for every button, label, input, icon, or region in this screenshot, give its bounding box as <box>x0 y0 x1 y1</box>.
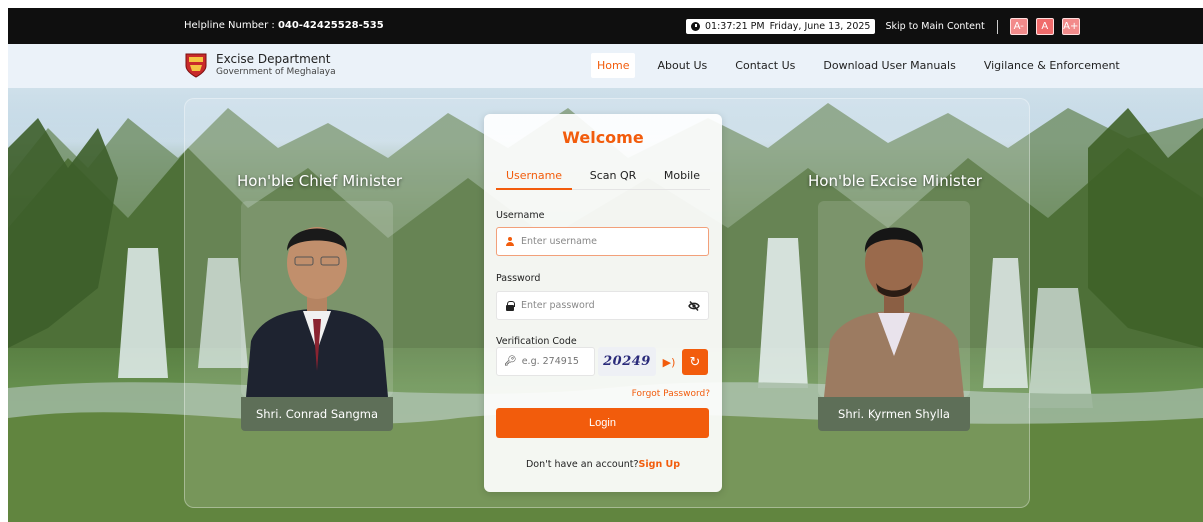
nav-about-us[interactable]: About Us <box>651 53 713 78</box>
tab-mobile[interactable]: Mobile <box>654 166 710 190</box>
topbar-right: 01:37:21 PM Friday, June 13, 2025 Skip t… <box>686 18 1080 35</box>
org-subtitle: Government of Meghalaya <box>216 67 336 77</box>
helpline: Helpline Number : 040-42425528-535 <box>184 20 384 31</box>
helpline-label: Helpline Number : <box>184 20 275 31</box>
excise-minister-title: Hon'ble Excise Minister <box>808 172 982 190</box>
main-nav: Home About Us Contact Us Download User M… <box>591 53 1126 78</box>
chief-minister-name: Shri. Conrad Sangma <box>241 397 393 431</box>
tab-username[interactable]: Username <box>496 166 573 190</box>
org-name[interactable]: Excise Department <box>216 52 330 66</box>
excise-minister-name: Shri. Kyrmen Shylla <box>818 397 970 431</box>
login-method-tabs: Username Scan QR Mobile <box>496 166 710 190</box>
captcha-refresh-button[interactable]: ↻ <box>682 349 708 375</box>
verification-input[interactable] <box>521 356 592 367</box>
verification-label: Verification Code <box>496 336 577 347</box>
key-icon: 🔑︎ <box>504 356 517 367</box>
top-utility-bar: Helpline Number : 040-42425528-535 01:37… <box>8 8 1203 44</box>
username-field[interactable] <box>496 227 709 256</box>
nav-vigilance[interactable]: Vigilance & Enforcement <box>978 53 1126 78</box>
nav-home[interactable]: Home <box>591 53 636 78</box>
font-increase-button[interactable]: A+ <box>1061 18 1080 35</box>
captcha-image: 20249 <box>598 347 656 376</box>
tab-scan-qr[interactable]: Scan QR <box>580 166 647 190</box>
username-input[interactable] <box>521 236 671 247</box>
divider <box>996 19 998 34</box>
verification-field[interactable]: 🔑︎ <box>496 347 595 376</box>
nav-contact-us[interactable]: Contact Us <box>729 53 801 78</box>
password-field[interactable] <box>496 291 709 320</box>
signup-prompt-text: Don't have an account? <box>525 459 639 470</box>
skip-to-main-link[interactable]: Skip to Main Content <box>885 21 984 32</box>
username-label: Username <box>496 210 545 221</box>
nav-download-manuals[interactable]: Download User Manuals <box>817 53 961 78</box>
chief-minister-photo <box>241 201 393 397</box>
font-decrease-button[interactable]: A- <box>1009 18 1028 35</box>
captcha-audio-icon[interactable]: ▶) <box>660 352 678 372</box>
forgot-password-link[interactable]: Forgot Password? <box>632 389 710 399</box>
clock-icon <box>691 22 700 31</box>
toggle-password-visibility-icon[interactable] <box>688 300 700 312</box>
password-input[interactable] <box>521 300 671 311</box>
password-label: Password <box>496 273 541 284</box>
signup-link[interactable]: Sign Up <box>639 459 680 470</box>
welcome-heading: Welcome <box>562 128 644 147</box>
chief-minister-title: Hon'ble Chief Minister <box>237 172 403 190</box>
browser-viewport: Helpline Number : 040-42425528-535 01:37… <box>0 0 1203 522</box>
login-card: Welcome Username Scan QR Mobile Username… <box>484 114 722 492</box>
excise-minister-photo <box>818 201 970 397</box>
font-normal-button[interactable]: A <box>1035 18 1054 35</box>
user-icon <box>505 236 515 247</box>
signup-prompt: Don't have an account?Sign Up <box>484 459 722 470</box>
lock-icon <box>505 300 515 311</box>
site-header: Excise Department Government of Meghalay… <box>8 44 1203 88</box>
current-date: Friday, June 13, 2025 <box>769 21 871 32</box>
helpline-number: 040-42425528-535 <box>277 20 384 31</box>
login-button[interactable]: Login <box>496 408 709 438</box>
state-emblem-logo[interactable] <box>184 52 208 78</box>
current-time: 01:37:21 PM <box>705 21 765 32</box>
page: Helpline Number : 040-42425528-535 01:37… <box>8 8 1203 522</box>
datetime-chip: 01:37:21 PM Friday, June 13, 2025 <box>686 19 876 34</box>
